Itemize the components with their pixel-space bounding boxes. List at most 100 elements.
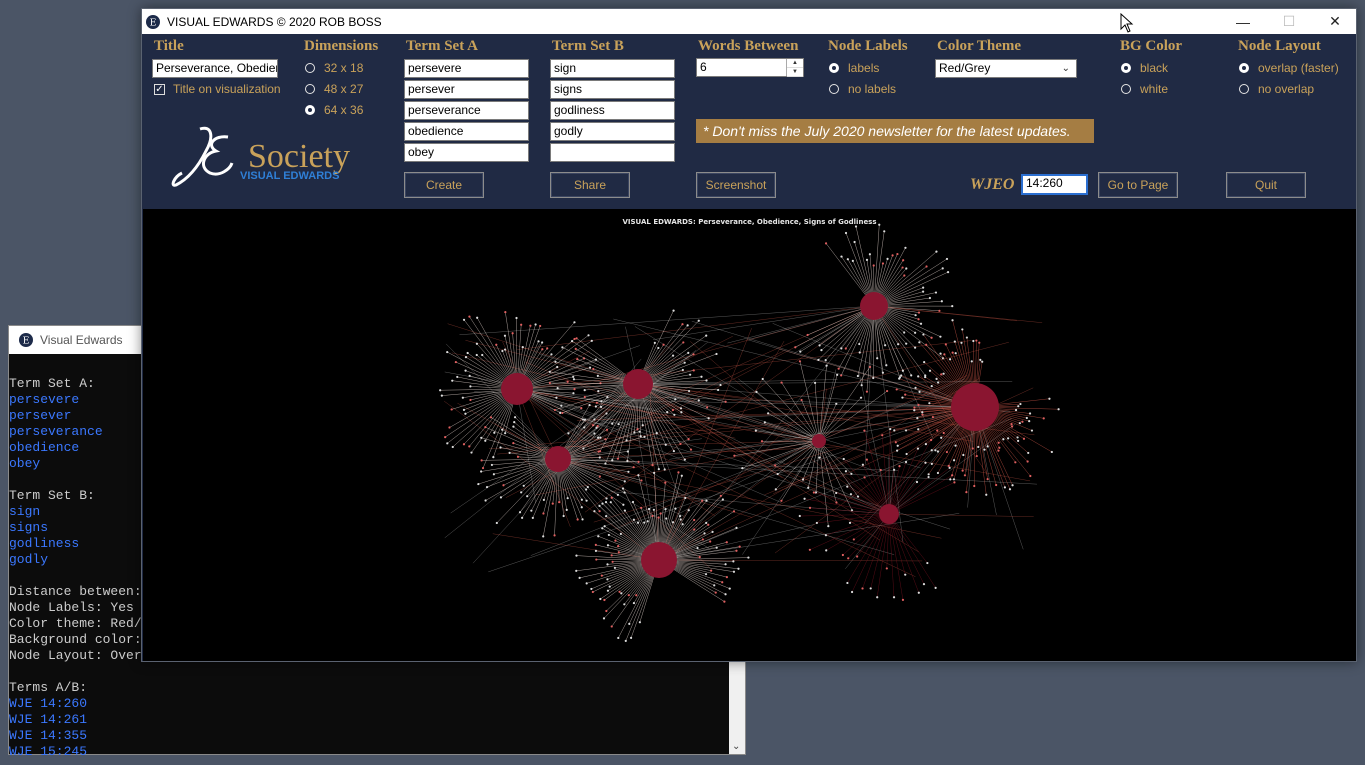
leaf-node[interactable] (643, 435, 646, 438)
leaf-node[interactable] (513, 416, 517, 419)
leaf-node[interactable] (856, 374, 859, 378)
leaf-node[interactable] (872, 376, 875, 380)
leaf-node[interactable] (737, 567, 740, 570)
leaf-node[interactable] (575, 337, 578, 340)
leaf-node[interactable] (593, 510, 596, 513)
leaf-node[interactable] (554, 360, 557, 363)
leaf-node[interactable] (534, 323, 537, 326)
leaf-node[interactable] (508, 451, 511, 454)
leaf-node[interactable] (818, 344, 821, 347)
leaf-node[interactable] (603, 525, 606, 528)
leaf-node[interactable] (926, 561, 929, 565)
leaf-node[interactable] (521, 345, 524, 349)
leaf-node[interactable] (922, 583, 926, 586)
leaf-node[interactable] (520, 323, 523, 326)
leaf-node[interactable] (616, 493, 620, 496)
leaf-node[interactable] (599, 597, 602, 601)
leaf-node[interactable] (1010, 423, 1013, 426)
hub-node[interactable] (812, 434, 826, 448)
chevron-down-icon[interactable]: ▼ (787, 68, 803, 77)
leaf-node[interactable] (961, 469, 964, 472)
leaf-node[interactable] (689, 373, 692, 376)
leaf-node[interactable] (583, 395, 586, 399)
leaf-node[interactable] (692, 369, 695, 372)
leaf-node[interactable] (973, 484, 976, 488)
leaf-node[interactable] (499, 496, 503, 499)
leaf-node[interactable] (637, 460, 640, 464)
leaf-node[interactable] (492, 456, 495, 459)
leaf-node[interactable] (934, 449, 937, 452)
title-on-viz-checkbox[interactable]: ✓ Title on visualization (154, 81, 281, 97)
leaf-node[interactable] (951, 319, 954, 322)
leaf-node[interactable] (1018, 422, 1021, 425)
leaf-node[interactable] (606, 578, 609, 581)
leaf-node[interactable] (927, 473, 930, 476)
leaf-node[interactable] (876, 357, 879, 360)
leaf-node[interactable] (940, 300, 943, 303)
leaf-node[interactable] (884, 344, 887, 347)
leaf-node[interactable] (942, 372, 945, 375)
leaf-node[interactable] (593, 432, 596, 435)
leaf-node[interactable] (605, 428, 609, 431)
leaf-node[interactable] (824, 242, 828, 245)
leaf-node[interactable] (928, 402, 931, 405)
radio-selected-icon[interactable] (1121, 63, 1131, 73)
leaf-node[interactable] (841, 553, 844, 557)
leaf-node[interactable] (567, 432, 570, 435)
leaf-node[interactable] (844, 231, 848, 235)
leaf-node[interactable] (462, 443, 466, 446)
leaf-node[interactable] (585, 582, 588, 585)
leaf-node[interactable] (515, 316, 518, 320)
leaf-node[interactable] (951, 351, 954, 354)
leaf-node[interactable] (475, 353, 478, 357)
leaf-node[interactable] (1021, 420, 1024, 423)
leaf-node[interactable] (922, 286, 925, 289)
leaf-node[interactable] (844, 347, 847, 350)
leaf-node[interactable] (952, 478, 956, 481)
leaf-node[interactable] (876, 596, 879, 599)
leaf-node[interactable] (664, 443, 667, 446)
leaf-node[interactable] (922, 333, 925, 336)
layout-option-overlap[interactable]: overlap (faster) (1239, 60, 1339, 76)
leaf-node[interactable] (935, 250, 938, 253)
leaf-node[interactable] (572, 375, 575, 378)
leaf-node[interactable] (541, 341, 544, 344)
leaf-node[interactable] (439, 389, 442, 392)
leaf-node[interactable] (696, 546, 699, 550)
leaf-node[interactable] (917, 375, 920, 378)
leaf-node[interactable] (588, 403, 591, 407)
leaf-node[interactable] (930, 462, 933, 465)
leaf-node[interactable] (624, 639, 627, 642)
leaf-node[interactable] (640, 479, 643, 482)
leaf-node[interactable] (671, 521, 675, 524)
leaf-node[interactable] (977, 445, 980, 449)
leaf-node[interactable] (928, 296, 932, 300)
leaf-node[interactable] (859, 396, 863, 399)
leaf-node[interactable] (622, 503, 625, 506)
leaf-node[interactable] (997, 441, 1000, 444)
leaf-node[interactable] (798, 514, 801, 518)
leaf-node[interactable] (673, 413, 676, 416)
leaf-node[interactable] (710, 569, 713, 572)
leaf-node[interactable] (850, 590, 854, 594)
leaf-node[interactable] (657, 346, 660, 350)
leaf-node[interactable] (952, 459, 956, 462)
leaf-node[interactable] (618, 590, 621, 593)
leaf-node[interactable] (940, 436, 943, 439)
leaf-node[interactable] (503, 348, 507, 351)
newsletter-banner[interactable]: * Don't miss the July 2020 newsletter fo… (696, 119, 1094, 143)
node-labels-option-labels[interactable]: labels (829, 60, 879, 76)
leaf-node[interactable] (847, 557, 850, 560)
leaf-node[interactable] (986, 445, 989, 448)
leaf-node[interactable] (469, 398, 472, 402)
node-labels-option-none[interactable]: no labels (829, 81, 896, 97)
leaf-node[interactable] (800, 398, 803, 402)
leaf-node[interactable] (965, 491, 968, 494)
leaf-node[interactable] (546, 347, 549, 350)
leaf-node[interactable] (1028, 420, 1031, 423)
leaf-node[interactable] (844, 470, 848, 473)
leaf-node[interactable] (619, 532, 622, 535)
leaf-node[interactable] (697, 319, 700, 322)
leaf-node[interactable] (629, 636, 633, 640)
leaf-node[interactable] (682, 341, 685, 344)
